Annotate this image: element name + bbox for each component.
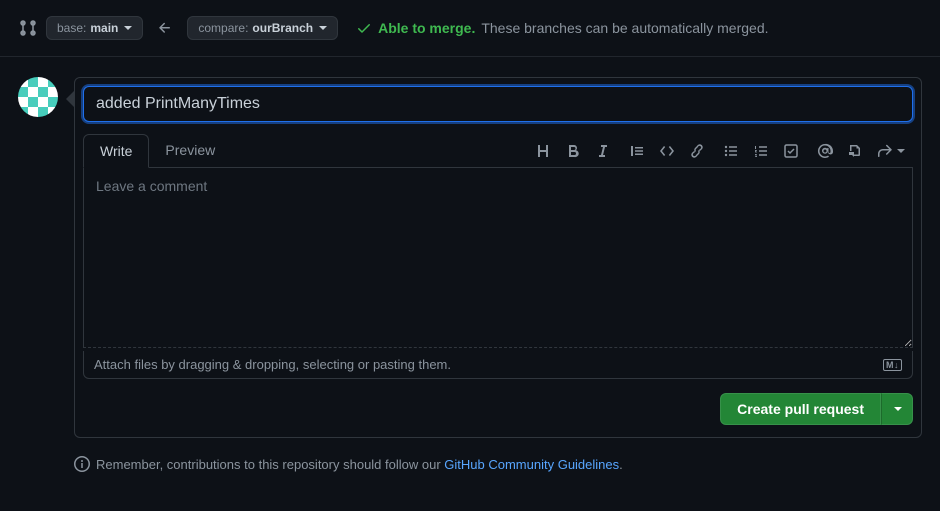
arrow-left-icon — [153, 20, 177, 36]
guidelines-link[interactable]: GitHub Community Guidelines — [444, 457, 619, 472]
comment-box: Write Preview — [74, 77, 922, 438]
markdown-icon[interactable]: M↓ — [883, 359, 902, 371]
bold-icon[interactable] — [565, 143, 581, 159]
base-branch-selector[interactable]: base: main — [46, 16, 143, 40]
unordered-list-icon[interactable] — [723, 143, 739, 159]
compare-branch-selector[interactable]: compare: ourBranch — [187, 16, 338, 40]
cross-reference-icon[interactable] — [847, 143, 863, 159]
tab-preview[interactable]: Preview — [149, 134, 231, 167]
tab-write[interactable]: Write — [83, 134, 149, 168]
editor-tabs: Write Preview — [83, 134, 231, 167]
reply-icon[interactable] — [877, 143, 905, 159]
base-value: main — [90, 21, 118, 35]
formatting-toolbar — [535, 143, 913, 159]
attach-text: Attach files by dragging & dropping, sel… — [94, 357, 451, 372]
base-label: base: — [57, 21, 86, 35]
merge-status: Able to merge. These branches can be aut… — [356, 20, 768, 36]
create-pull-request-button[interactable]: Create pull request — [720, 393, 881, 425]
link-icon[interactable] — [689, 143, 705, 159]
compare-label: compare: — [198, 21, 248, 35]
code-icon[interactable] — [659, 143, 675, 159]
heading-icon[interactable] — [535, 143, 551, 159]
guidelines-text-after: . — [619, 457, 623, 472]
italic-icon[interactable] — [595, 143, 611, 159]
caret-down-icon — [319, 26, 327, 30]
mention-icon[interactable] — [817, 143, 833, 159]
caret-down-icon — [894, 407, 902, 411]
caret-down-icon — [897, 149, 905, 153]
tasklist-icon[interactable] — [783, 143, 799, 159]
quote-icon[interactable] — [629, 143, 645, 159]
compare-value: ourBranch — [252, 21, 313, 35]
branch-compare-bar: base: main compare: ourBranch Able to me… — [0, 0, 940, 57]
info-icon — [74, 456, 90, 472]
avatar — [18, 77, 58, 117]
caret-down-icon — [124, 26, 132, 30]
pr-title-input[interactable] — [83, 86, 913, 122]
check-icon — [356, 20, 372, 36]
git-compare-icon — [20, 20, 36, 36]
attach-bar[interactable]: Attach files by dragging & dropping, sel… — [83, 351, 913, 379]
guidelines-notice: Remember, contributions to this reposito… — [74, 456, 940, 472]
comment-textarea[interactable] — [83, 168, 913, 348]
guidelines-text-before: Remember, contributions to this reposito… — [96, 457, 444, 472]
ordered-list-icon[interactable] — [753, 143, 769, 159]
create-pull-request-dropdown[interactable] — [881, 393, 913, 425]
merge-detail-text: These branches can be automatically merg… — [481, 20, 768, 36]
merge-ok-text: Able to merge. — [378, 20, 475, 36]
